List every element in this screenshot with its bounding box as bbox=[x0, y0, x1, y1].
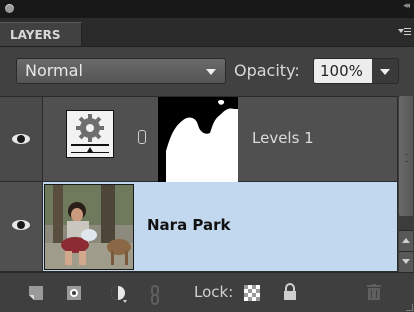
chain-link-icon[interactable] bbox=[138, 130, 146, 144]
lock-transparency-icon[interactable] bbox=[244, 285, 260, 305]
trash-icon[interactable] bbox=[367, 284, 381, 304]
layer-list: Levels 1 Nara Park bbox=[0, 96, 397, 272]
panel-menu-icon[interactable] bbox=[398, 26, 411, 38]
new-adjustment-icon[interactable] bbox=[110, 285, 128, 307]
layers-panel: ◂◂ LAYERS Normal Opacity: 100% Levels 1 … bbox=[0, 0, 414, 312]
lock-label: Lock: bbox=[194, 283, 234, 301]
scrollbar-thumb[interactable] bbox=[399, 96, 413, 216]
scroll-down-button[interactable] bbox=[399, 251, 413, 272]
layer-name[interactable]: Nara Park bbox=[147, 216, 231, 234]
link-layers-icon[interactable] bbox=[150, 285, 160, 309]
layers-toolbar: Lock: bbox=[0, 272, 414, 312]
collapse-icon[interactable]: ◂◂ bbox=[403, 1, 410, 11]
layer-thumbnail[interactable] bbox=[44, 184, 134, 270]
opacity-label: Opacity: bbox=[234, 61, 300, 80]
eye-icon[interactable] bbox=[12, 220, 30, 230]
resize-grip-icon[interactable] bbox=[406, 304, 413, 311]
chevron-down-icon[interactable] bbox=[380, 69, 390, 75]
blend-mode-value: Normal bbox=[25, 61, 83, 80]
visibility-cell[interactable] bbox=[0, 182, 43, 271]
layer-mask-thumbnail[interactable] bbox=[158, 97, 238, 183]
scroll-up-button[interactable] bbox=[399, 230, 413, 251]
add-mask-icon[interactable] bbox=[66, 285, 82, 305]
tab-row: LAYERS bbox=[0, 18, 414, 47]
layer-row-nara-park[interactable]: Nara Park bbox=[0, 182, 397, 272]
opacity-control[interactable]: 100% bbox=[313, 58, 399, 84]
panel-title-bar[interactable]: ◂◂ bbox=[0, 0, 414, 18]
adjustment-layer-icon bbox=[66, 110, 114, 158]
chevron-down-icon bbox=[206, 69, 216, 75]
layer-row-levels[interactable]: Levels 1 bbox=[0, 96, 397, 183]
new-layer-icon[interactable] bbox=[28, 285, 44, 305]
layer-list-scrollbar[interactable] bbox=[397, 96, 414, 272]
lock-icon[interactable] bbox=[282, 283, 298, 305]
close-dot-icon[interactable] bbox=[5, 4, 14, 13]
tab-layers[interactable]: LAYERS bbox=[0, 22, 82, 46]
grip-icon bbox=[405, 154, 408, 162]
blend-mode-select[interactable]: Normal bbox=[16, 58, 226, 84]
layer-name[interactable]: Levels 1 bbox=[252, 129, 314, 147]
visibility-cell[interactable] bbox=[0, 97, 43, 181]
eye-icon[interactable] bbox=[12, 134, 30, 144]
opacity-input[interactable]: 100% bbox=[314, 59, 372, 83]
